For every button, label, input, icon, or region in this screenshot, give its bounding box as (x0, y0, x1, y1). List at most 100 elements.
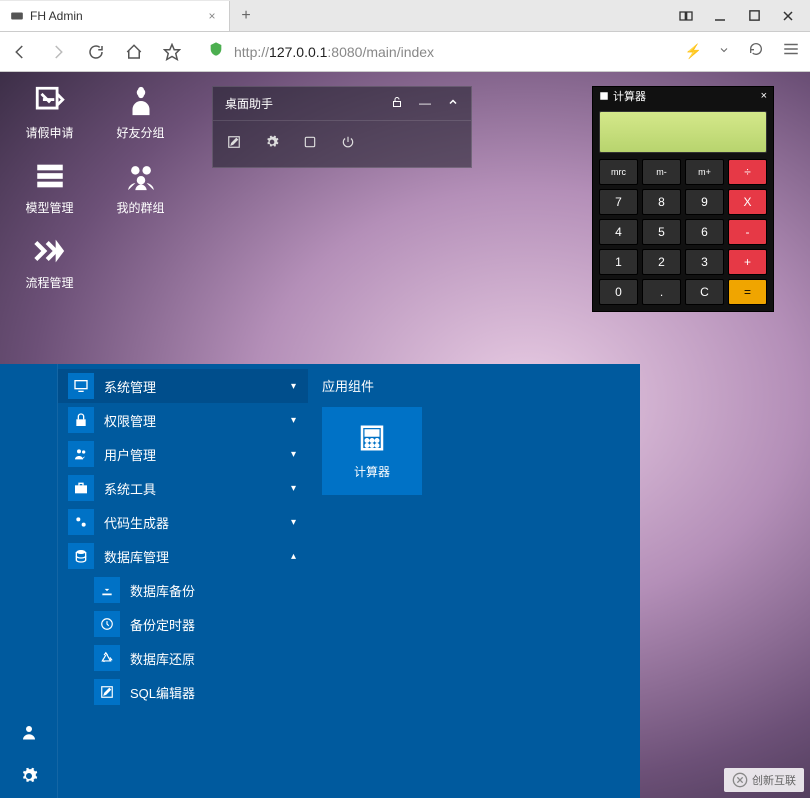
submenu-db-restore[interactable]: 数据库还原 (58, 641, 308, 675)
menu-item-permission[interactable]: 权限管理 ▾ (58, 403, 308, 437)
maximize-icon[interactable] (746, 8, 762, 24)
calc-btn-2[interactable]: 2 (642, 249, 681, 275)
submenu-backup-timer[interactable]: 备份定时器 (58, 607, 308, 641)
unlock-icon[interactable] (391, 96, 403, 111)
calc-btn-equals[interactable]: = (728, 279, 767, 305)
menu-item-database[interactable]: 数据库管理 ▴ (58, 539, 308, 573)
menu-label: 系统管理 (104, 377, 156, 396)
tab-title: FH Admin (30, 9, 205, 23)
gear-icon[interactable] (265, 135, 279, 154)
history-icon[interactable] (746, 41, 766, 62)
calc-btn-mminus[interactable]: m- (642, 159, 681, 185)
desktop-icon-leave[interactable]: 请假申请 (12, 84, 87, 141)
calc-btn-dot[interactable]: . (642, 279, 681, 305)
menu-item-codegen[interactable]: 代码生成器 ▾ (58, 505, 308, 539)
refresh-button[interactable] (86, 42, 106, 62)
chevron-up-icon: ▴ (291, 551, 296, 562)
edit-icon[interactable] (227, 135, 241, 154)
start-left-bar (0, 364, 58, 798)
calc-btn-1[interactable]: 1 (599, 249, 638, 275)
submenu-db-backup[interactable]: 数据库备份 (58, 573, 308, 607)
browser-tab[interactable]: FH Admin × (0, 1, 230, 31)
tab-icon (10, 9, 24, 23)
tab-close-icon[interactable]: × (205, 9, 219, 23)
calculator-display (599, 111, 767, 153)
shield-icon (208, 41, 224, 62)
assistant-title: 桌面助手 (225, 95, 391, 112)
power-icon[interactable] (341, 135, 355, 154)
menu-item-users[interactable]: 用户管理 ▾ (58, 437, 308, 471)
calc-btn-5[interactable]: 5 (642, 219, 681, 245)
icon-label: 好友分组 (116, 124, 164, 141)
app-tile-calculator[interactable]: 计算器 (322, 407, 422, 495)
dropdown-icon[interactable] (718, 43, 730, 61)
minimize-panel-icon[interactable]: — (419, 96, 431, 111)
chevron-down-icon: ▾ (291, 415, 296, 426)
desktop-icon-friends[interactable]: 好友分组 (103, 84, 178, 141)
settings-icon[interactable] (0, 754, 57, 798)
collapse-icon[interactable] (447, 96, 459, 111)
database-icon (68, 543, 94, 569)
submenu-sql-editor[interactable]: SQL编辑器 (58, 675, 308, 709)
calc-btn-c[interactable]: C (685, 279, 724, 305)
menu-label: 代码生成器 (104, 513, 169, 532)
desktop-icon-groups[interactable]: 我的群组 (103, 159, 178, 216)
calc-btn-4[interactable]: 4 (599, 219, 638, 245)
new-tab-button[interactable]: + (230, 1, 262, 31)
calc-btn-minus[interactable]: - (728, 219, 767, 245)
menu-label: 权限管理 (104, 411, 156, 430)
desktop-icon-model[interactable]: 模型管理 (12, 159, 87, 216)
desktop-icon-flow[interactable]: 流程管理 (12, 234, 87, 291)
favorite-button[interactable] (162, 42, 182, 62)
stop-icon[interactable] (303, 135, 317, 154)
icon-label: 我的群组 (116, 199, 164, 216)
back-button[interactable] (10, 42, 30, 62)
calc-btn-6[interactable]: 6 (685, 219, 724, 245)
desktop-icons: 请假申请 好友分组 模型管理 我的群组 (12, 84, 178, 309)
chevron-down-icon: ▾ (291, 483, 296, 494)
home-button[interactable] (124, 42, 144, 62)
close-window-icon[interactable] (780, 8, 796, 24)
calc-btn-0[interactable]: 0 (599, 279, 638, 305)
minimize-icon[interactable] (712, 8, 728, 24)
calculator-title-bar[interactable]: 计算器 × (593, 87, 773, 105)
start-right-pane: 应用组件 计算器 (308, 364, 640, 798)
submenu-label: SQL编辑器 (130, 683, 195, 702)
address-bar[interactable]: http://127.0.0.1:8080/main/index (200, 39, 667, 65)
calc-btn-divide[interactable]: ÷ (728, 159, 767, 185)
start-menu: 系统管理 ▾ 权限管理 ▾ 用户管理 ▾ 系统工具 ▾ (0, 364, 640, 798)
download-icon (94, 577, 120, 603)
clock-icon (94, 611, 120, 637)
calc-btn-mplus[interactable]: m+ (685, 159, 724, 185)
menu-label: 用户管理 (104, 445, 156, 464)
icon-label: 请假申请 (25, 124, 73, 141)
url-text: http://127.0.0.1:8080/main/index (234, 44, 434, 60)
calc-btn-8[interactable]: 8 (642, 189, 681, 215)
bolt-icon[interactable]: ⚡ (685, 43, 702, 60)
calculator-close-icon[interactable]: × (761, 90, 767, 102)
icon-label: 流程管理 (25, 274, 73, 291)
chevron-down-icon: ▾ (291, 449, 296, 460)
user-icon[interactable] (0, 710, 57, 754)
menu-item-system[interactable]: 系统管理 ▾ (58, 369, 308, 403)
menu-icon[interactable] (782, 40, 800, 63)
edit-icon (94, 679, 120, 705)
calc-btn-7[interactable]: 7 (599, 189, 638, 215)
menu-item-tools[interactable]: 系统工具 ▾ (58, 471, 308, 505)
calc-btn-3[interactable]: 3 (685, 249, 724, 275)
lock-icon (68, 407, 94, 433)
reading-mode-icon[interactable] (678, 8, 694, 24)
menu-label: 数据库管理 (104, 547, 169, 566)
calc-btn-mrc[interactable]: mrc (599, 159, 638, 185)
submenu-label: 数据库还原 (130, 649, 195, 668)
recycle-icon (94, 645, 120, 671)
submenu-label: 备份定时器 (130, 615, 195, 634)
forward-button[interactable] (48, 42, 68, 62)
assistant-header[interactable]: 桌面助手 — (213, 87, 471, 121)
calc-btn-9[interactable]: 9 (685, 189, 724, 215)
start-menu-list: 系统管理 ▾ 权限管理 ▾ 用户管理 ▾ 系统工具 ▾ (58, 364, 308, 798)
submenu-label: 数据库备份 (130, 581, 195, 600)
calculator-keypad: mrc m- m+ ÷ 7 8 9 X 4 5 6 - 1 2 3 + 0 . … (593, 159, 773, 305)
calc-btn-multiply[interactable]: X (728, 189, 767, 215)
calc-btn-plus[interactable]: + (728, 249, 767, 275)
